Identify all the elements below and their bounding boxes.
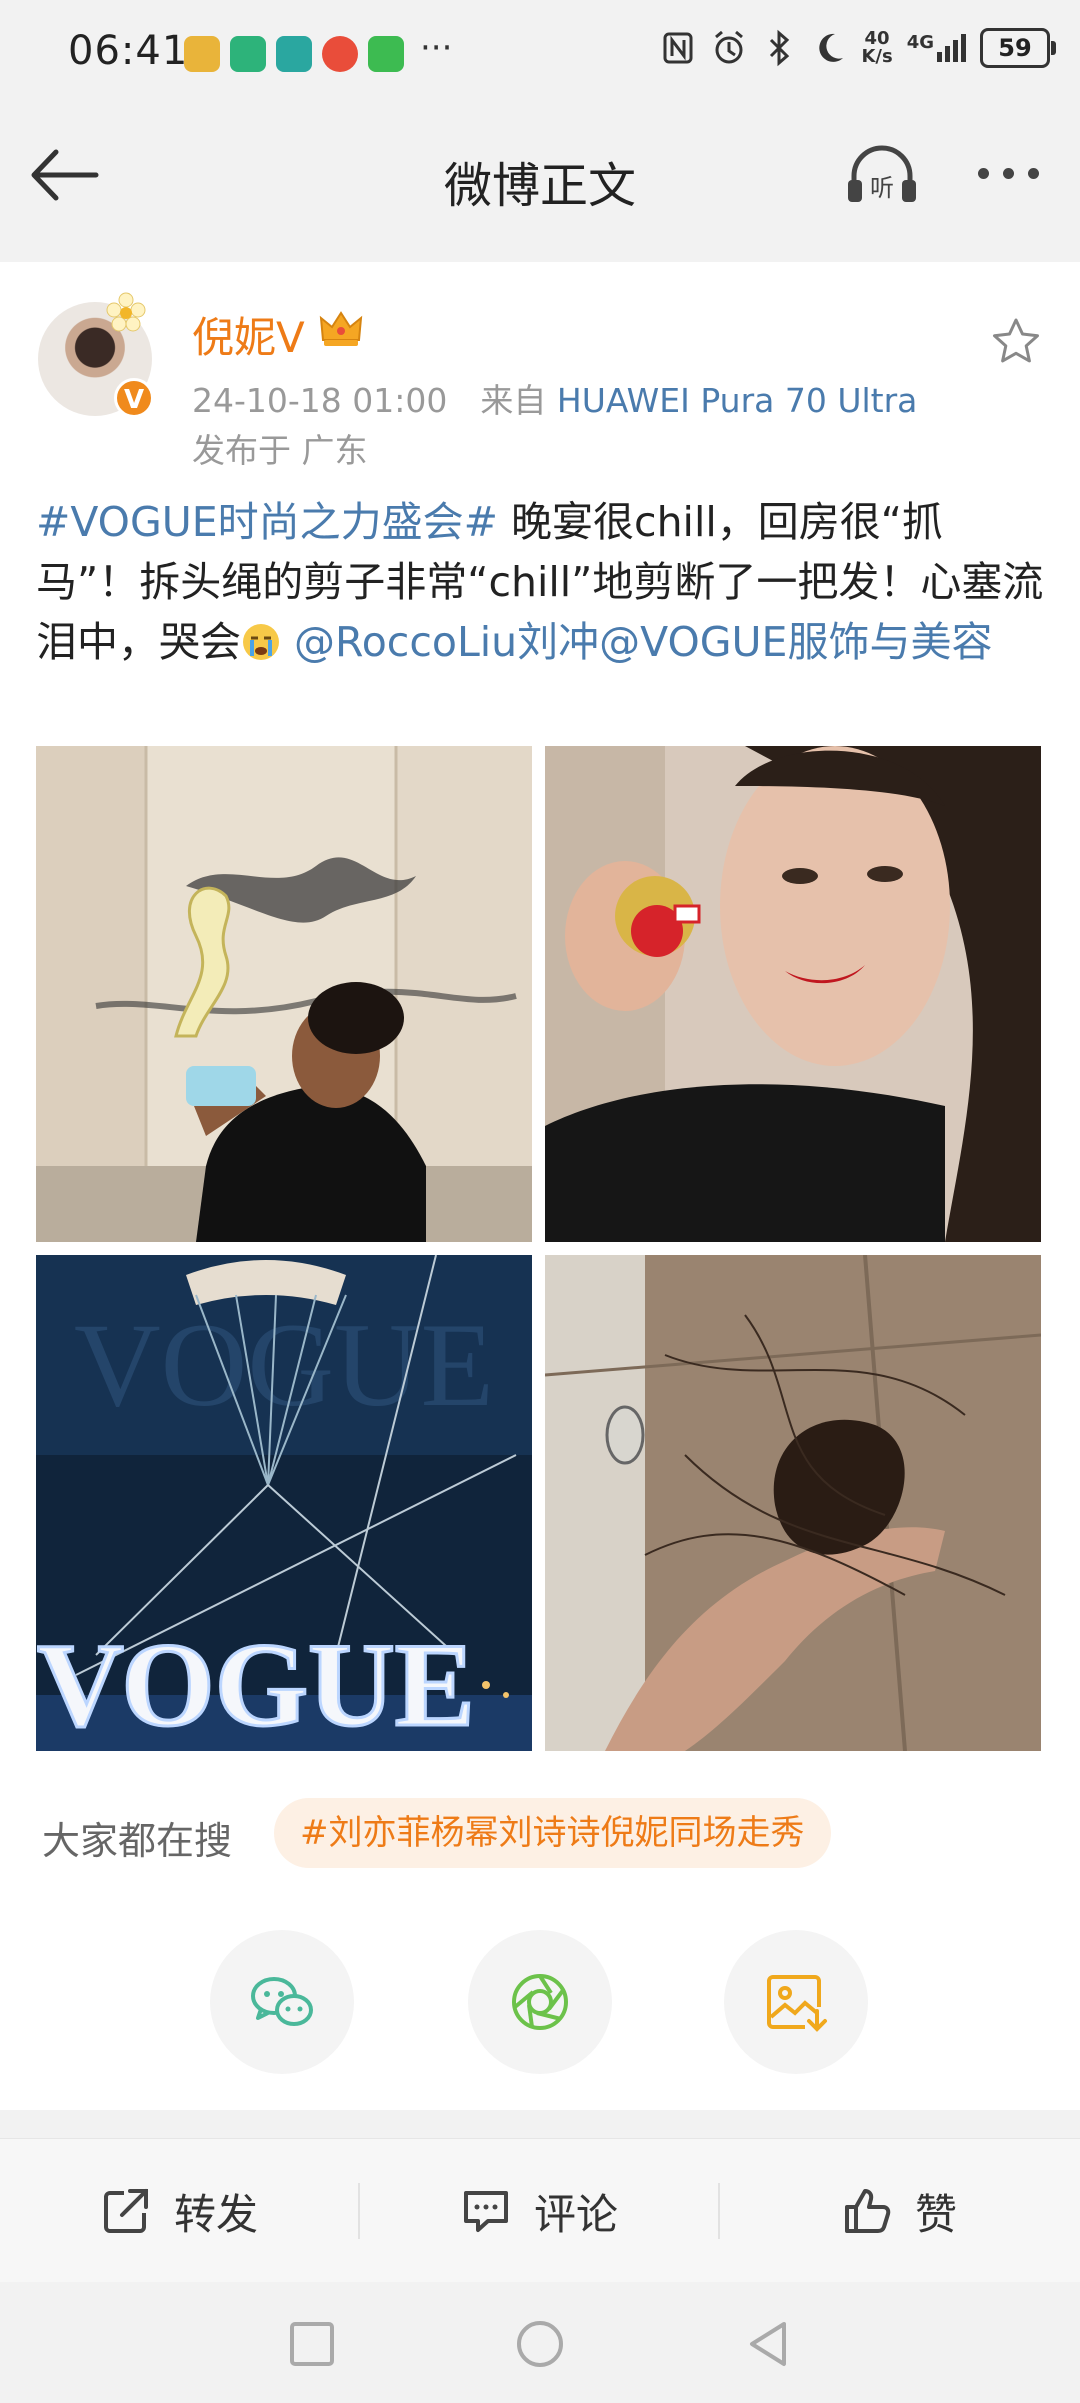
alarm-icon — [715, 30, 744, 64]
trending-tag[interactable]: #刘亦菲杨幂刘诗诗倪妮同场走秀 — [274, 1798, 831, 1868]
svg-text:VOGUE: VOGUE — [74, 1298, 494, 1431]
signal-icon: 4G — [907, 34, 966, 62]
mention-link[interactable]: @RoccoLiu刘冲 — [294, 618, 599, 666]
source-prefix: 来自 — [480, 381, 547, 420]
post-text: #VOGUE时尚之力盛会# 晚宴很chill，回房很“抓马”！拆头绳的剪子非常“… — [36, 492, 1046, 672]
post-date: 24-10-18 01:00 — [192, 381, 448, 420]
crown-icon — [319, 311, 363, 346]
more-notifications-icon: ··· — [420, 28, 453, 68]
listen-headphones-icon[interactable]: 听 — [842, 140, 922, 210]
app-notification-icon — [184, 36, 220, 72]
photo-vogue-sign[interactable]: VOGUE VOGUE — [36, 1255, 532, 1751]
favorite-star-icon[interactable] — [990, 316, 1042, 368]
hashtag-link[interactable]: #VOGUE时尚之力盛会# — [36, 498, 498, 546]
wechat-icon — [368, 36, 404, 72]
comment-button[interactable]: 评论 — [360, 2139, 718, 2283]
thumbs-up-icon — [844, 2189, 891, 2233]
bluetooth-icon — [770, 29, 790, 67]
more-options-icon[interactable] — [978, 168, 1039, 179]
verified-badge: V — [114, 378, 154, 418]
post-source[interactable]: HUAWEI Pura 70 Ultra — [557, 381, 918, 420]
system-navigation-bar — [0, 2282, 1080, 2403]
repost-label: 转发 — [173, 2189, 258, 2239]
like-button[interactable]: 赞 — [720, 2139, 1078, 2283]
post-location: 发布于 广东 — [192, 431, 368, 470]
sports-app-icon — [276, 36, 312, 72]
weibo-icon — [322, 36, 358, 72]
author-name[interactable]: 倪妮V — [192, 304, 305, 365]
save-image-icon — [767, 1975, 827, 2032]
clock: 06:41 — [68, 28, 189, 74]
battery-icon: 59 — [980, 28, 1056, 68]
svg-text:听: 听 — [870, 174, 894, 202]
do-not-disturb-icon — [819, 33, 844, 62]
svg-text:VOGUE: VOGUE — [37, 1618, 475, 1751]
recent-apps-square-icon[interactable] — [284, 2316, 340, 2372]
nfc-icon — [663, 32, 693, 64]
like-label: 赞 — [914, 2189, 957, 2239]
comment-icon — [463, 2191, 508, 2232]
flower-decoration-icon — [106, 292, 146, 332]
share-wechat-button[interactable] — [210, 1930, 354, 2074]
top-nav: 微博正文 听 — [0, 110, 1080, 238]
network-speed: 40 K/s — [861, 28, 893, 67]
save-image-button[interactable] — [724, 1930, 868, 2074]
wechat-icon — [251, 1977, 313, 2026]
photo-cut-hair[interactable] — [545, 1255, 1041, 1751]
sports-app-icon — [230, 36, 266, 72]
post-card: V 倪妮V 24-10-18 01:00 来自 HUAWEI Pura 70 U… — [0, 262, 1080, 2110]
mention-link[interactable]: @VOGUE服饰与美容 — [599, 618, 992, 666]
back-triangle-icon[interactable] — [740, 2316, 796, 2372]
crying-emoji-icon — [243, 624, 279, 660]
photo-selfie[interactable] — [545, 746, 1041, 1242]
post-action-bar: 转发 评论 赞 — [0, 2138, 1080, 2283]
post-meta: 24-10-18 01:00 来自 HUAWEI Pura 70 Ultra — [192, 374, 917, 422]
trending-label: 大家都在搜 — [42, 1819, 233, 1863]
repost-icon — [103, 2189, 148, 2233]
share-moments-button[interactable] — [468, 1930, 612, 2074]
home-circle-icon[interactable] — [512, 2316, 568, 2372]
repost-button[interactable]: 转发 — [0, 2139, 358, 2283]
comment-label: 评论 — [533, 2189, 618, 2239]
photo-trophy[interactable] — [36, 746, 532, 1242]
notification-icons — [184, 36, 404, 72]
status-bar: 06:41 ··· 40 K/s 4G 59 — [0, 0, 1080, 110]
moments-aperture-icon — [512, 1974, 568, 2030]
